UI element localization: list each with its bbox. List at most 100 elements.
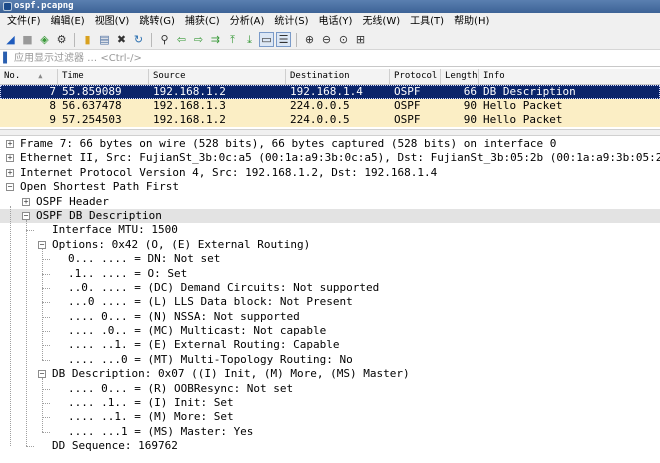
menu-analyze[interactable]: 分析(A) [225,13,270,30]
forward-arrow-icon[interactable]: ⇨ [191,32,206,47]
save-file-icon[interactable]: ▤ [97,32,112,47]
reload-icon[interactable]: ↻ [131,32,146,47]
toolbar-separator [151,32,152,47]
resize-columns-icon[interactable]: ⊞ [353,32,368,47]
detail-tree-item[interactable]: .... ..1. = (E) External Routing: Capabl… [0,338,660,352]
menu-statistics[interactable]: 统计(S) [269,13,313,30]
detail-tree-label: Internet Protocol Version 4, Src: 192.16… [20,165,438,179]
zoom-out-icon[interactable]: ⊖ [319,32,334,47]
window-title: ospf.pcapng [14,1,74,11]
tree-connector [42,302,50,304]
packet-row[interactable]: 7 55.859089 192.168.1.2 192.168.1.4 OSPF 66 DB… [0,85,660,99]
packet-cell-dst: 224.0.0.5 [290,113,350,126]
detail-tree-item[interactable]: 0... .... = DN: Not set [0,252,660,266]
menu-help[interactable]: 帮助(H) [449,13,494,30]
column-header-info[interactable]: Info [479,69,660,84]
display-filter-input[interactable] [14,51,634,66]
normal-size-icon[interactable]: ⊙ [336,32,351,47]
detail-tree-item[interactable]: + Frame 7: 66 bytes on wire (528 bits), 6… [0,137,660,151]
detail-tree-item[interactable]: ...0 .... = (L) LLS Data block: Not Pres… [0,295,660,309]
detail-tree-label: OSPF DB Description [36,208,162,222]
menu-wireless[interactable]: 无线(W) [357,13,405,30]
menu-file[interactable]: 文件(F) [2,13,46,30]
detail-tree-item[interactable]: .... ...0 = (MT) Multi-Topology Routing:… [0,353,660,367]
detail-tree-item[interactable]: .... .1.. = (I) Init: Set [0,396,660,410]
collapse-icon[interactable]: − [6,183,14,192]
pane-splitter[interactable] [0,129,660,136]
packet-cell-src: 192.168.1.2 [153,113,226,126]
bookmark-icon[interactable]: ▌ [0,51,14,67]
menu-edit[interactable]: 编辑(E) [46,13,90,30]
tree-guide-line [10,205,11,447]
menu-capture[interactable]: 捕获(C) [180,13,225,30]
first-packet-icon[interactable]: ⤒ [225,32,240,47]
shark-fin-start-icon[interactable]: ◢ [3,32,18,47]
column-header-time[interactable]: Time [58,69,149,84]
stop-icon[interactable]: ■ [20,32,35,47]
detail-tree-item[interactable]: .... .0.. = (MC) Multicast: Not capable [0,324,660,338]
column-header-label: No. [4,71,21,81]
last-packet-icon[interactable]: ⤓ [242,32,257,47]
packet-row[interactable]: 8 56.637478 192.168.1.3 224.0.0.5 OSPF 90 Hell… [0,99,660,113]
menu-tools[interactable]: 工具(T) [405,13,449,30]
detail-tree-label: Ethernet II, Src: FujianSt_3b:0c:a5 (00:… [20,151,660,165]
detail-tree-item[interactable]: − Options: 0x42 (O, (E) External Routing) [0,238,660,252]
close-file-icon[interactable]: ✖ [114,32,129,47]
open-file-icon[interactable]: ▮ [80,32,95,47]
column-header-destination[interactable]: Destination [286,69,390,84]
restart-icon[interactable]: ◈ [37,32,52,47]
column-header-no[interactable]: No. ▲ [0,69,58,84]
packet-cell-info: Hello Packet [483,99,563,112]
collapse-icon[interactable]: − [22,211,30,220]
go-to-packet-icon[interactable]: ⇉ [208,32,223,47]
detail-tree-item[interactable]: ..0. .... = (DC) Demand Circuits: Not su… [0,281,660,295]
detail-tree-item[interactable]: .... ..1. = (M) More: Set [0,410,660,424]
detail-tree-item[interactable]: .... 0... = (R) OOBResync: Not set [0,382,660,396]
packet-cell-info: Hello Packet [483,113,563,126]
detail-tree-item[interactable]: + Internet Protocol Version 4, Src: 192.1… [0,166,660,180]
expand-icon[interactable]: + [22,197,30,206]
packet-row[interactable]: 9 57.254503 192.168.1.2 224.0.0.5 OSPF 90 Hell… [0,113,660,127]
packet-cell-len: 66 [463,85,477,98]
packet-cell-time: 56.637478 [62,99,122,112]
packet-cell-src: 192.168.1.3 [153,99,226,112]
zoom-in-icon[interactable]: ⊕ [302,32,317,47]
column-header-protocol[interactable]: Protocol [390,69,441,84]
menu-telephony[interactable]: 电话(Y) [314,13,358,30]
back-arrow-icon[interactable]: ⇦ [174,32,189,47]
detail-tree-label: .1.. .... = O: Set [68,266,188,280]
detail-tree-item[interactable]: − Open Shortest Path First [0,180,660,194]
detail-tree-item[interactable]: DD Sequence: 169762 [0,439,660,453]
expand-icon[interactable]: + [6,168,14,177]
expand-icon[interactable]: + [6,140,14,148]
autoscroll-icon[interactable]: ▭ [259,32,274,47]
tree-connector [42,417,50,419]
collapse-icon[interactable]: − [38,370,46,379]
detail-tree-label: OSPF Header [36,194,109,208]
tree-guide-line [26,220,27,447]
menu-view[interactable]: 视图(V) [90,13,135,30]
tree-connector [42,331,50,333]
collapse-icon[interactable]: − [38,240,46,249]
find-icon[interactable]: ⚲ [157,32,172,47]
detail-tree-item[interactable]: − OSPF DB Description [0,208,660,224]
colorize-icon[interactable]: ☰ [276,32,291,47]
detail-tree-label: .... ...0 = (MT) Multi-Topology Routing:… [68,352,353,366]
detail-tree-item[interactable]: + Ethernet II, Src: FujianSt_3b:0c:a5 (00… [0,151,660,165]
detail-tree-item[interactable]: Interface MTU: 1500 [0,223,660,237]
column-header-source[interactable]: Source [149,69,286,84]
menu-go[interactable]: 跳转(G) [134,13,180,30]
detail-tree-item[interactable]: .1.. .... = O: Set [0,267,660,281]
column-header-length[interactable]: Length [441,69,479,84]
detail-tree-item[interactable]: + OSPF Header [0,195,660,209]
options-gear-icon[interactable]: ⚙ [54,32,69,47]
toolbar-separator [74,32,75,47]
packet-cell-info: DB Description [483,85,576,98]
tree-connector [42,388,50,390]
detail-tree-item[interactable]: .... ...1 = (MS) Master: Yes [0,425,660,439]
detail-tree-item[interactable]: − DB Description: 0x07 ((I) Init, (M) Mor… [0,367,660,381]
expand-icon[interactable]: + [6,154,14,163]
tree-connector [42,431,50,433]
detail-tree-item[interactable]: .... 0... = (N) NSSA: Not supported [0,310,660,324]
detail-tree-label: .... ..1. = (E) External Routing: Capabl… [68,338,340,352]
